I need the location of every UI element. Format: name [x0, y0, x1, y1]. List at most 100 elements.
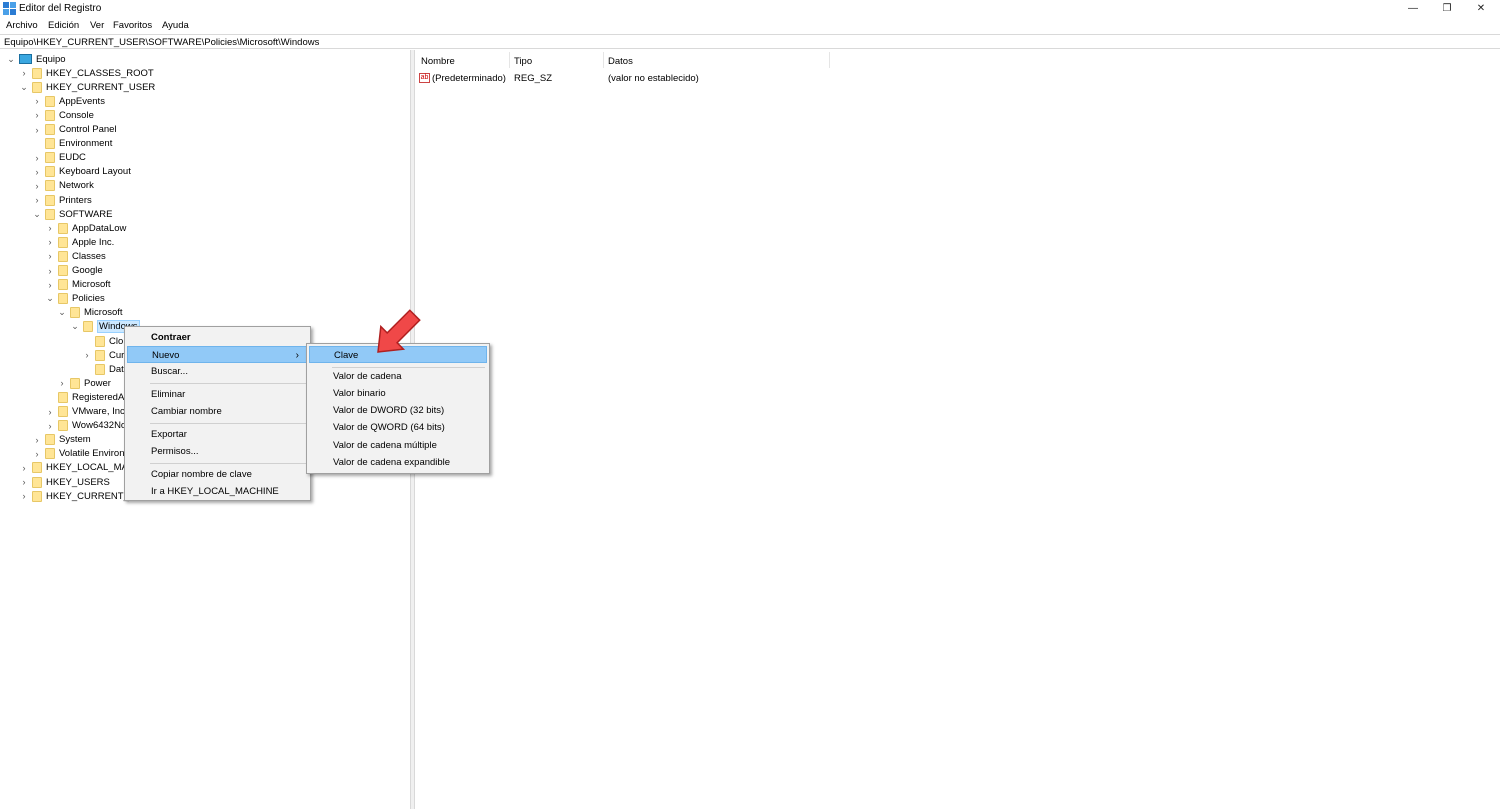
column-header-tipo[interactable]: Tipo: [514, 56, 532, 67]
tree-node[interactable]: › Keyboard Layout: [32, 165, 131, 179]
tree-node-label[interactable]: HKEY_USERS: [46, 477, 110, 488]
tree-node-label[interactable]: Printers: [59, 195, 92, 206]
submenu-item-cadena-expandible[interactable]: Valor de cadena expandible: [309, 454, 487, 471]
collapsed-chevron-icon[interactable]: ›: [19, 463, 29, 473]
tree-node-label[interactable]: HKEY_CURRENT_USER: [46, 82, 155, 93]
menu-item-cambiar-nombre[interactable]: Cambiar nombre: [127, 403, 308, 420]
tree-node[interactable]: Dat: [82, 362, 124, 376]
tree-node[interactable]: › EUDC: [32, 151, 86, 165]
collapsed-chevron-icon[interactable]: ›: [32, 125, 42, 135]
menu-ayuda[interactable]: Ayuda: [162, 20, 189, 31]
collapsed-chevron-icon[interactable]: ›: [19, 477, 29, 487]
tree-node-label[interactable]: HKEY_LOCAL_MAC: [46, 462, 135, 473]
tree-node-label[interactable]: Clo: [109, 336, 123, 347]
tree-node-label[interactable]: RegisteredAp: [72, 392, 130, 403]
collapsed-chevron-icon[interactable]: ›: [45, 280, 55, 290]
tree-node[interactable]: › HKEY_CURRENT_C: [19, 489, 136, 503]
values-list-pane[interactable]: Nombre Tipo Datos ab (Predeterminado) REG…: [415, 50, 1500, 809]
menu-item-exportar[interactable]: Exportar: [127, 426, 308, 443]
collapsed-chevron-icon[interactable]: ›: [32, 435, 42, 445]
address-path[interactable]: Equipo\HKEY_CURRENT_USER\SOFTWARE\Polici…: [4, 37, 319, 48]
tree-node-label[interactable]: Wow6432No: [72, 420, 126, 431]
submenu-item-dword[interactable]: Valor de DWORD (32 bits): [309, 402, 487, 419]
tree-node[interactable]: › Classes: [45, 249, 106, 263]
menu-archivo[interactable]: Archivo: [6, 20, 38, 31]
tree-node-label[interactable]: Environment: [59, 138, 112, 149]
tree-node-label[interactable]: Cur: [109, 350, 124, 361]
restore-button[interactable]: ❐: [1432, 0, 1462, 17]
tree-node[interactable]: › HKEY_CLASSES_ROOT: [19, 66, 154, 80]
tree-node-label[interactable]: Network: [59, 180, 94, 191]
column-separator[interactable]: [603, 52, 604, 68]
tree-node-label[interactable]: AppDataLow: [72, 223, 126, 234]
collapsed-chevron-icon[interactable]: ›: [19, 491, 29, 501]
menu-favoritos[interactable]: Favoritos: [113, 20, 152, 31]
tree-node[interactable]: › VMware, Inc.: [45, 405, 127, 419]
tree-node-label[interactable]: HKEY_CURRENT_C: [46, 491, 136, 502]
tree-node[interactable]: › Network: [32, 179, 94, 193]
tree-node-label[interactable]: Equipo: [36, 54, 66, 65]
collapsed-chevron-icon[interactable]: ›: [45, 421, 55, 431]
tree-node[interactable]: ⌄ Policies: [45, 292, 105, 306]
tree-node[interactable]: › Apple Inc.: [45, 235, 114, 249]
menu-item-buscar[interactable]: Buscar...: [127, 363, 308, 380]
collapsed-chevron-icon[interactable]: ›: [45, 237, 55, 247]
expanded-chevron-icon[interactable]: ⌄: [6, 54, 16, 64]
tree-node[interactable]: › Control Panel: [32, 123, 117, 137]
tree-node[interactable]: RegisteredAp: [45, 390, 130, 404]
collapsed-chevron-icon[interactable]: ›: [32, 96, 42, 106]
menu-item-permisos[interactable]: Permisos...: [127, 443, 308, 460]
tree-node[interactable]: › Printers: [32, 193, 92, 207]
tree-node[interactable]: › Google: [45, 264, 103, 278]
tree-node[interactable]: › Cur: [82, 348, 124, 362]
collapsed-chevron-icon[interactable]: ›: [45, 223, 55, 233]
tree-node[interactable]: › HKEY_LOCAL_MAC: [19, 461, 135, 475]
column-separator[interactable]: [509, 52, 510, 68]
tree-node[interactable]: › AppDataLow: [45, 221, 126, 235]
tree-node-label[interactable]: Apple Inc.: [72, 237, 114, 248]
tree-node-label[interactable]: VMware, Inc.: [72, 406, 127, 417]
tree-node-label[interactable]: System: [59, 434, 91, 445]
collapsed-chevron-icon[interactable]: ›: [45, 266, 55, 276]
tree-node-label[interactable]: Keyboard Layout: [59, 166, 131, 177]
menu-item-eliminar[interactable]: Eliminar: [127, 386, 308, 403]
collapsed-chevron-icon[interactable]: ›: [32, 167, 42, 177]
collapsed-chevron-icon[interactable]: ›: [45, 407, 55, 417]
minimize-button[interactable]: —: [1398, 0, 1428, 17]
menu-item-ir-a[interactable]: Ir a HKEY_LOCAL_MACHINE: [127, 483, 308, 500]
column-header-nombre[interactable]: Nombre: [421, 56, 455, 67]
collapsed-chevron-icon[interactable]: ›: [32, 449, 42, 459]
tree-node[interactable]: › HKEY_USERS: [19, 475, 110, 489]
submenu-item-valor-binario[interactable]: Valor binario: [309, 385, 487, 402]
tree-node-label[interactable]: Classes: [72, 251, 106, 262]
tree-node[interactable]: ⌄ Equipo: [6, 52, 66, 66]
submenu-item-valor-cadena[interactable]: Valor de cadena: [309, 368, 487, 385]
tree-node[interactable]: ⌄ HKEY_CURRENT_USER: [19, 80, 155, 94]
collapsed-chevron-icon[interactable]: ›: [57, 378, 67, 388]
tree-node[interactable]: ⌄ Microsoft: [57, 306, 123, 320]
tree-node-label[interactable]: Policies: [72, 293, 105, 304]
tree-node-label[interactable]: Microsoft: [72, 279, 111, 290]
tree-node-label[interactable]: Power: [84, 378, 111, 389]
menu-item-nuevo[interactable]: Nuevo ›: [127, 346, 308, 363]
tree-node[interactable]: › Console: [32, 108, 94, 122]
tree-node-label[interactable]: Volatile Environ: [59, 448, 124, 459]
tree-node[interactable]: ⌄ SOFTWARE: [32, 207, 112, 221]
close-button[interactable]: ✕: [1466, 0, 1496, 17]
expanded-chevron-icon[interactable]: ⌄: [32, 209, 42, 219]
tree-node[interactable]: › Wow6432No: [45, 419, 126, 433]
tree-node-label[interactable]: Control Panel: [59, 124, 117, 135]
submenu-item-cadena-multiple[interactable]: Valor de cadena múltiple: [309, 437, 487, 454]
menu-ver[interactable]: Ver: [90, 20, 104, 31]
collapsed-chevron-icon[interactable]: ›: [32, 181, 42, 191]
collapsed-chevron-icon[interactable]: ›: [32, 110, 42, 120]
tree-node-label[interactable]: Console: [59, 110, 94, 121]
submenu-item-qword[interactable]: Valor de QWORD (64 bits): [309, 419, 487, 436]
expanded-chevron-icon[interactable]: ⌄: [45, 293, 55, 304]
tree-node-label[interactable]: Dat: [109, 364, 124, 375]
menu-edicion[interactable]: Edición: [48, 20, 79, 31]
expanded-chevron-icon[interactable]: ⌄: [19, 82, 29, 92]
tree-node[interactable]: Clo: [82, 334, 123, 348]
tree-node[interactable]: › Volatile Environ: [32, 447, 124, 461]
collapsed-chevron-icon[interactable]: ›: [32, 195, 42, 205]
